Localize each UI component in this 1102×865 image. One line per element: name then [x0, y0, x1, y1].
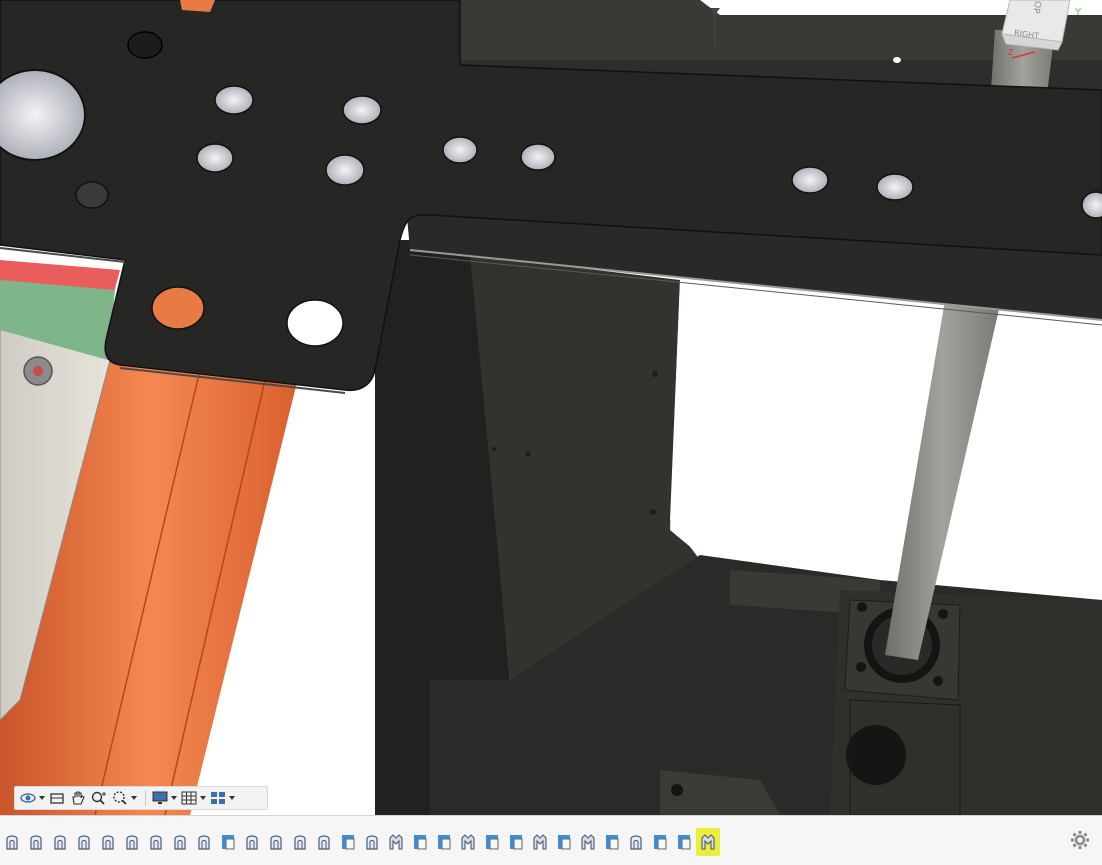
sketch-icon [606, 835, 619, 850]
display-settings-button[interactable] [151, 788, 177, 808]
grid-icon [181, 791, 197, 805]
orbit-button[interactable] [19, 788, 45, 808]
extrude-icon [30, 835, 42, 850]
extrude-icon [174, 835, 186, 850]
timeline-feature-sketch[interactable] [336, 828, 360, 856]
sketch-icon [342, 835, 355, 850]
timeline-settings-gear-icon[interactable] [1070, 830, 1090, 850]
timeline-feature-sketch[interactable] [672, 828, 696, 856]
extrude-icon [198, 835, 210, 850]
timeline-feature-sketch[interactable] [408, 828, 432, 856]
extrude-icon [294, 835, 306, 850]
timeline-feature-sketch[interactable] [216, 828, 240, 856]
look-at-icon [50, 793, 64, 804]
extrude-icon [270, 835, 282, 850]
timeline-feature-extrude[interactable] [48, 828, 72, 856]
sketch-icon [654, 835, 667, 850]
sketch-icon [486, 835, 499, 850]
timeline-feature-extrude[interactable] [192, 828, 216, 856]
viewports-icon [211, 792, 225, 804]
timeline-feature-joint[interactable] [528, 828, 552, 856]
3d-canvas[interactable]: RIGHT OP Y Z [0, 0, 1102, 815]
timeline-feature-extrude[interactable] [120, 828, 144, 856]
timeline-feature-sketch[interactable] [480, 828, 504, 856]
sketch-icon [678, 835, 691, 850]
timeline-marker-icon[interactable] [710, 8, 720, 46]
timeline-feature-joint[interactable] [384, 828, 408, 856]
joint-icon [581, 834, 595, 850]
joint-icon [389, 834, 403, 850]
timeline-feature-extrude[interactable] [624, 828, 648, 856]
timeline-feature-extrude[interactable] [240, 828, 264, 856]
viewcube-top-label[interactable]: OP [1030, 0, 1042, 14]
zoom-button[interactable] [90, 788, 108, 808]
timeline-feature-extrude[interactable] [288, 828, 312, 856]
toolbar-separator [145, 790, 146, 806]
extrude-icon [102, 835, 114, 850]
extrude-icon [150, 835, 162, 850]
timeline-feature-sketch[interactable] [648, 828, 672, 856]
timeline-feature-joint[interactable] [576, 828, 600, 856]
sketch-icon [222, 835, 235, 850]
timeline-feature-extrude[interactable] [72, 828, 96, 856]
sketch-icon [414, 835, 427, 850]
timeline-feature-joint[interactable] [456, 828, 480, 856]
timeline-feature-extrude[interactable] [96, 828, 120, 856]
zoom-window-icon [113, 791, 127, 805]
extrude-icon [318, 835, 330, 850]
pan-hand-icon [72, 791, 85, 805]
display-monitor-icon [152, 791, 168, 804]
extrude-icon [78, 835, 90, 850]
viewcube-axis-y: Y [1075, 7, 1082, 18]
zoom-icon [91, 791, 106, 805]
sketch-icon [510, 835, 523, 850]
orbit-icon [20, 793, 36, 803]
grid-snaps-button[interactable] [180, 788, 206, 808]
look-at-button[interactable] [48, 788, 66, 808]
timeline-feature-sketch[interactable] [600, 828, 624, 856]
viewcube-axis-z: Z [1008, 48, 1014, 57]
model-render [0, 0, 1102, 815]
joint-icon [461, 834, 475, 850]
joint-icon [533, 834, 547, 850]
extrude-icon [366, 835, 378, 850]
timeline-feature-extrude[interactable] [144, 828, 168, 856]
timeline-feature-sketch[interactable] [504, 828, 528, 856]
timeline-track [0, 826, 720, 858]
timeline-feature-extrude[interactable] [0, 828, 24, 856]
timeline-feature-sketch[interactable] [552, 828, 576, 856]
extrude-icon [246, 835, 258, 850]
timeline-feature-extrude[interactable] [168, 828, 192, 856]
timeline-feature-sketch[interactable] [432, 828, 456, 856]
viewports-button[interactable] [209, 788, 235, 808]
design-timeline [0, 815, 1102, 865]
timeline-feature-extrude[interactable] [24, 828, 48, 856]
timeline-feature-extrude[interactable] [360, 828, 384, 856]
sketch-icon [558, 835, 571, 850]
timeline-feature-joint[interactable] [696, 828, 720, 856]
timeline-feature-extrude[interactable] [312, 828, 336, 856]
sketch-icon [438, 835, 451, 850]
extrude-icon [630, 835, 642, 850]
zoom-window-button[interactable] [111, 788, 137, 808]
extrude-icon [126, 835, 138, 850]
extrude-icon [54, 835, 66, 850]
pan-button[interactable] [69, 788, 87, 808]
extrude-icon [6, 835, 18, 850]
navigation-toolbar [14, 786, 268, 810]
joint-icon [701, 834, 715, 850]
timeline-feature-extrude[interactable] [264, 828, 288, 856]
